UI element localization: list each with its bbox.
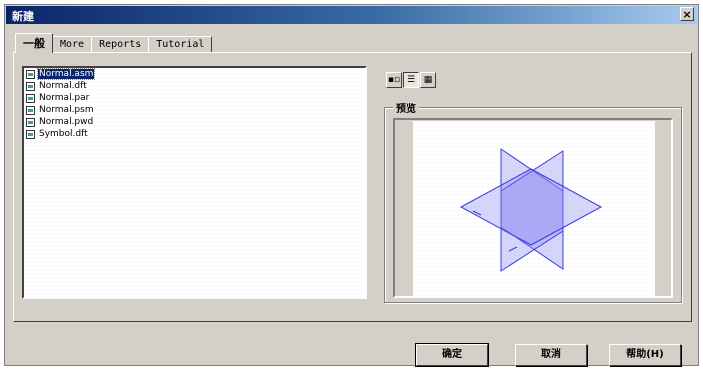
preview-canvas — [413, 121, 655, 297]
file-icon — [26, 129, 35, 139]
close-icon[interactable]: × — [680, 7, 694, 21]
view-mode-toolbar: ▪▫ ☰ ▦ — [386, 72, 437, 88]
tab-general[interactable]: 一般 — [15, 33, 53, 53]
tab-tutorial[interactable]: Tutorial — [148, 36, 213, 53]
window-title: 新建 — [12, 10, 34, 23]
file-icon — [26, 117, 35, 127]
list-item[interactable]: Normal.par — [26, 92, 365, 104]
tab-strip: 一般 More Reports Tutorial — [15, 33, 213, 53]
details-view-icon[interactable]: ▦ — [420, 72, 436, 88]
file-name: Symbol.dft — [39, 129, 88, 139]
help-button[interactable]: 帮助(H) — [609, 344, 681, 366]
list-item[interactable]: Normal.dft — [26, 80, 365, 92]
tab-panel: Normal.asm Normal.dft Normal.par Normal.… — [13, 52, 692, 322]
new-file-dialog: 新建 × 一般 More Reports Tutorial Normal.asm… — [4, 4, 699, 367]
list-item[interactable]: Normal.asm — [26, 68, 365, 80]
preview-group: 预览 — [384, 100, 682, 303]
ok-button[interactable]: 确定 — [415, 343, 489, 367]
preview-label: 预览 — [393, 100, 419, 115]
list-item[interactable]: Normal.pwd — [26, 116, 365, 128]
tab-reports[interactable]: Reports — [91, 36, 150, 53]
file-icon — [26, 69, 35, 79]
file-name: Normal.dft — [39, 81, 87, 91]
file-name: Normal.pwd — [39, 117, 94, 127]
tab-more[interactable]: More — [52, 36, 93, 53]
preview-frame — [393, 118, 673, 298]
file-name: Normal.psm — [39, 105, 94, 115]
template-list[interactable]: Normal.asm Normal.dft Normal.par Normal.… — [22, 66, 367, 299]
title-bar[interactable]: 新建 × — [6, 6, 697, 24]
file-icon — [26, 105, 35, 115]
assembly-preview-image — [459, 148, 603, 272]
file-icon — [26, 81, 35, 91]
file-name: Normal.par — [39, 93, 90, 103]
list-view-icon[interactable]: ☰ — [403, 72, 419, 88]
preview-plane — [459, 168, 603, 246]
list-item[interactable]: Symbol.dft — [26, 128, 365, 140]
file-name: Normal.asm — [36, 68, 96, 80]
large-icons-icon[interactable]: ▪▫ — [386, 72, 402, 88]
list-item[interactable]: Normal.psm — [26, 104, 365, 116]
file-icon — [26, 93, 35, 103]
cancel-button[interactable]: 取消 — [515, 344, 587, 366]
